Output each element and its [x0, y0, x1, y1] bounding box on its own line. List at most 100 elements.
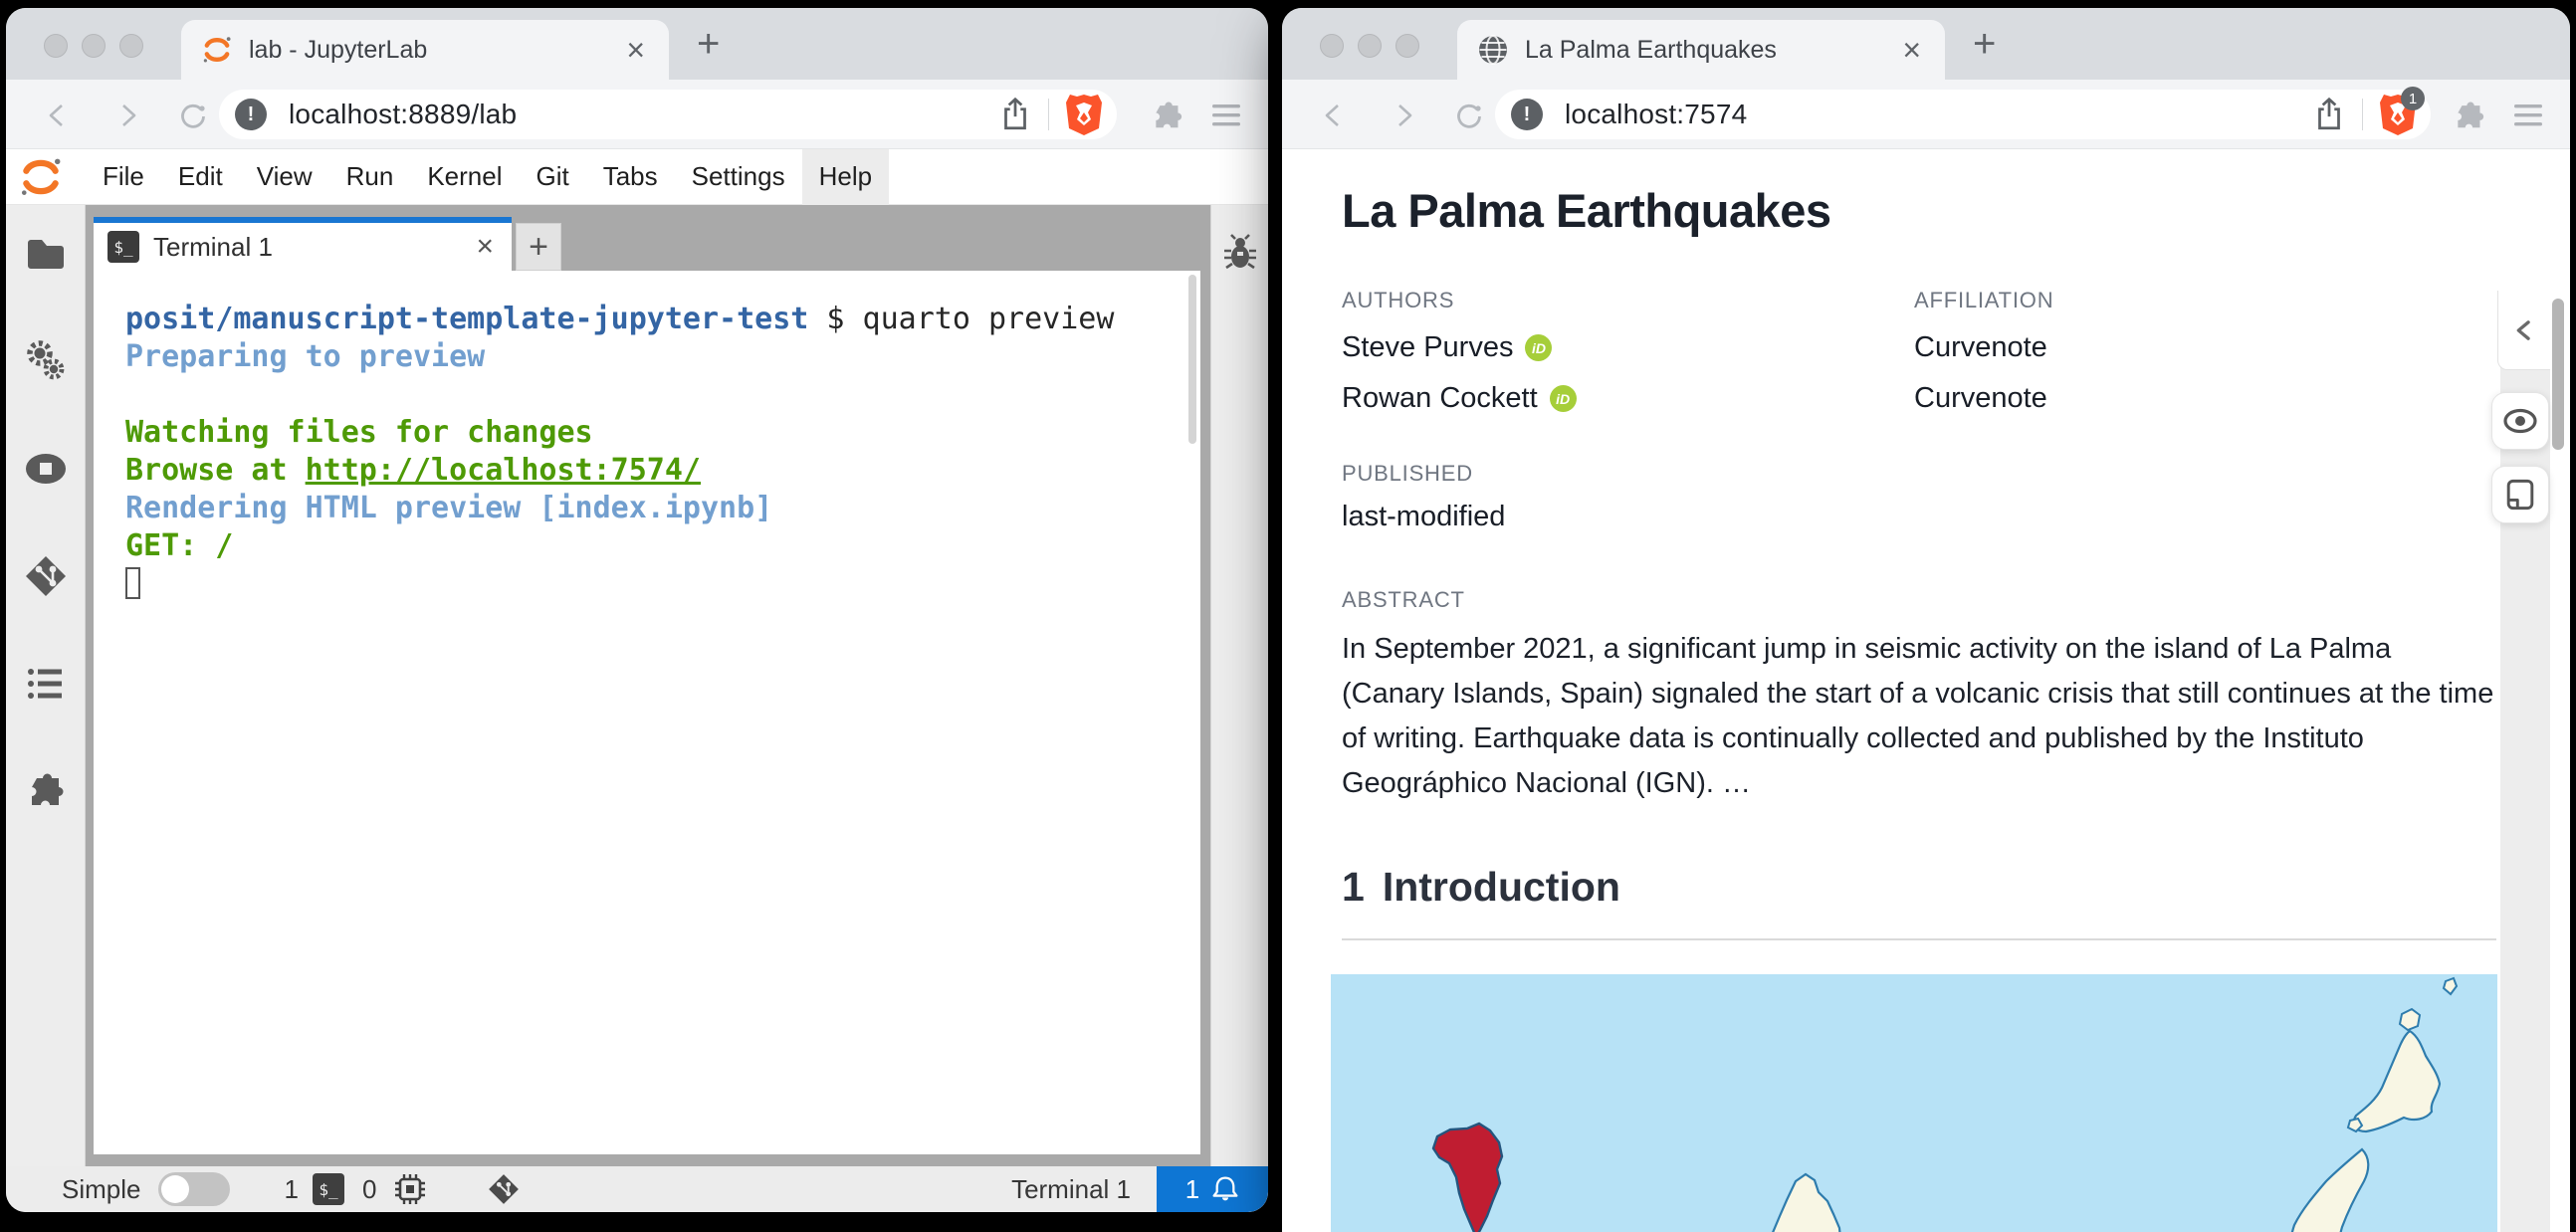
terminal-scrollbar[interactable] [1188, 275, 1196, 444]
extension-manager-icon[interactable] [23, 768, 69, 814]
menu-help[interactable]: Help [801, 148, 890, 205]
orcid-icon[interactable]: iD [1549, 385, 1577, 412]
browser-tab-lapalma[interactable]: La Palma Earthquakes × [1457, 20, 1945, 80]
chevron-left-icon [2516, 319, 2530, 340]
menu-tabs[interactable]: Tabs [586, 149, 675, 205]
menu-view[interactable]: View [240, 149, 329, 205]
kernel-chip-icon[interactable] [392, 1171, 428, 1207]
abstract-label: ABSTRACT [1342, 587, 1465, 612]
frontmatter-grid: AUTHORS AFFILIATION Steve Purves iD Curv… [1342, 288, 2501, 415]
jupyterlab-browser-window: lab - JupyterLab × + ! localhost:8889/la… [6, 8, 1268, 1212]
affiliation-label: AFFILIATION [1914, 288, 2054, 312]
page-scrollbar[interactable] [2552, 299, 2564, 450]
section-title: Introduction [1382, 864, 1620, 910]
back-button[interactable] [1318, 99, 1352, 132]
menu-edit[interactable]: Edit [161, 149, 240, 205]
tab-close-icon[interactable]: × [1898, 34, 1925, 66]
file-browser-icon[interactable] [23, 231, 69, 277]
jupyterlab-body: $_ Terminal 1 × + posit/manuscript-templ… [6, 205, 1268, 1166]
toolbar-divider [1048, 99, 1049, 130]
author-row: Rowan Cockett iD [1342, 382, 1914, 415]
toggle-knob [161, 1175, 190, 1203]
traffic-lights [1320, 34, 1419, 58]
browser-tab-jupyterlab[interactable]: lab - JupyterLab × [181, 20, 669, 80]
window-zoom-button[interactable] [119, 34, 143, 58]
window-zoom-button[interactable] [1395, 34, 1419, 58]
git-status-icon[interactable] [486, 1171, 522, 1207]
terminal-count-icon[interactable]: $_ [312, 1173, 344, 1205]
running-sessions-icon[interactable] [23, 446, 69, 492]
terminal-line: Browse at http://localhost:7574/ [125, 453, 701, 488]
current-terminal-label[interactable]: Terminal 1 [1011, 1174, 1131, 1205]
extensions-icon[interactable] [1149, 98, 1184, 133]
preview-url-link[interactable]: http://localhost:7574/ [306, 453, 701, 488]
simple-mode-label: Simple [62, 1173, 141, 1204]
canary-islands-map-figure [1331, 974, 2497, 1232]
browser-menu-icon[interactable] [2510, 100, 2546, 131]
authors-label: AUTHORS [1342, 288, 1455, 312]
page-title: La Palma Earthquakes [1342, 184, 1831, 237]
brave-shield-icon[interactable] [1065, 93, 1103, 136]
visibility-button[interactable] [2491, 392, 2549, 450]
map-svg [1331, 974, 2497, 1232]
url-text: localhost:8889/lab [289, 99, 518, 129]
window-close-button[interactable] [1320, 34, 1344, 58]
new-tab-button[interactable]: + [697, 22, 720, 67]
terminal-output[interactable]: posit/manuscript-template-jupyter-test $… [94, 271, 1200, 1154]
new-tab-button[interactable]: + [1973, 22, 1996, 67]
tab-title: lab - JupyterLab [249, 35, 428, 64]
main-dock-panel: $_ Terminal 1 × + posit/manuscript-templ… [86, 205, 1210, 1166]
terminal-tab-close-icon[interactable]: × [472, 230, 498, 264]
terminal-icon: $_ [107, 231, 139, 263]
browser-tabstrip: lab - JupyterLab × + [6, 8, 1268, 80]
menu-run[interactable]: Run [329, 149, 411, 205]
table-of-contents-icon[interactable] [23, 661, 69, 707]
debugger-bug-icon[interactable] [1220, 231, 1260, 271]
property-inspector-gears-icon[interactable] [23, 338, 69, 384]
eye-icon [2503, 408, 2537, 434]
jupyter-logo [21, 158, 61, 195]
back-button[interactable] [42, 99, 76, 132]
share-icon[interactable] [2312, 96, 2346, 133]
url-text: localhost:7574 [1565, 99, 1748, 129]
menu-kernel[interactable]: Kernel [410, 149, 519, 205]
git-sidebar-icon[interactable] [23, 553, 69, 599]
extensions-icon[interactable] [2451, 98, 2486, 133]
section-number: 1 [1342, 864, 1365, 910]
address-bar[interactable]: ! localhost:7574 1 [1495, 87, 2431, 139]
published-label: PUBLISHED [1342, 461, 1473, 486]
address-bar[interactable]: ! localhost:8889/lab [219, 90, 1117, 139]
terminal-line: Preparing to preview [125, 339, 486, 374]
site-info-icon[interactable]: ! [235, 99, 267, 130]
annotation-button[interactable] [2491, 466, 2549, 523]
reload-button[interactable] [1451, 99, 1485, 132]
forward-button[interactable] [1386, 99, 1419, 132]
window-close-button[interactable] [44, 34, 68, 58]
tab-close-icon[interactable]: × [622, 34, 649, 66]
affiliation-value: Curvenote [1914, 382, 2047, 414]
notification-button[interactable]: 1 [1157, 1166, 1268, 1212]
window-minimize-button[interactable] [82, 34, 106, 58]
menu-git[interactable]: Git [519, 149, 585, 205]
menu-file[interactable]: File [86, 149, 161, 205]
share-icon[interactable] [998, 96, 1032, 133]
collapse-panel-button[interactable] [2497, 291, 2550, 370]
reload-button[interactable] [175, 99, 209, 132]
new-launcher-button[interactable]: + [516, 223, 561, 271]
forward-button[interactable] [109, 99, 143, 132]
kernels-count[interactable]: 0 [362, 1174, 376, 1205]
browser-menu-icon[interactable] [1208, 100, 1244, 131]
brave-shield-icon[interactable]: 1 [2379, 87, 2425, 136]
author-name: Rowan Cockett [1342, 382, 1538, 414]
notification-count: 1 [1184, 1173, 1200, 1204]
simple-mode-toggle[interactable] [158, 1172, 231, 1206]
terminal-tab[interactable]: $_ Terminal 1 × [94, 217, 512, 271]
orcid-icon[interactable]: iD [1525, 334, 1553, 361]
affiliation-value: Curvenote [1914, 331, 2047, 363]
section-divider [1342, 938, 2496, 940]
terminals-count[interactable]: 1 [284, 1174, 298, 1205]
window-minimize-button[interactable] [1358, 34, 1382, 58]
site-info-icon[interactable]: ! [1511, 99, 1543, 130]
menu-settings[interactable]: Settings [675, 149, 802, 205]
